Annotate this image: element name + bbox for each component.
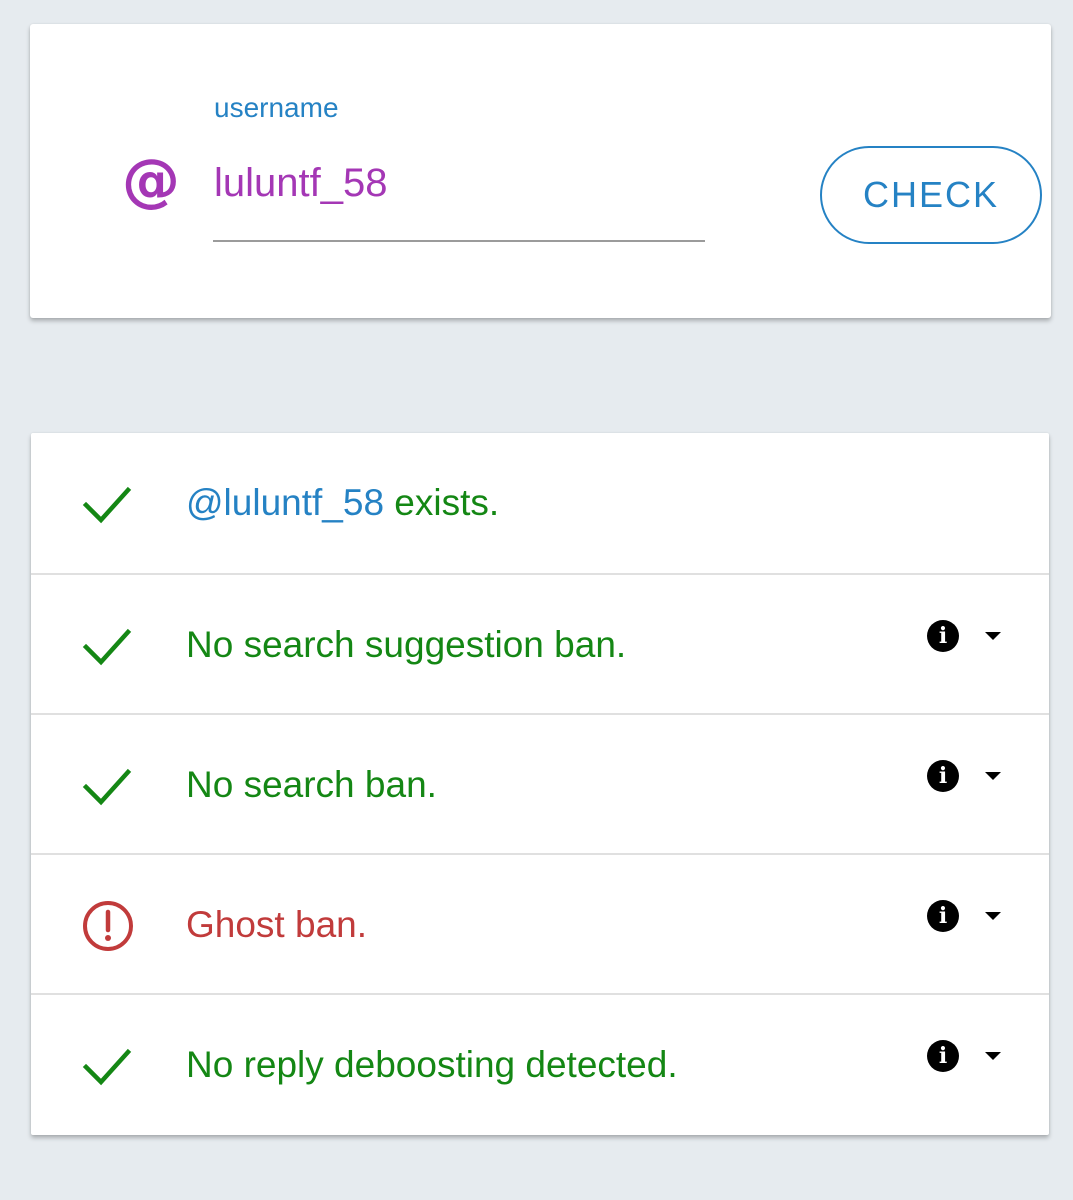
result-row-search-ban[interactable]: No search ban. i (31, 713, 1049, 855)
result-reply-deboosting-text: No reply deboosting detected. (186, 1044, 678, 1085)
result-exists-text: @luluntf_58 exists. (186, 482, 500, 523)
username-handle-link[interactable]: @luluntf_58 (186, 482, 384, 523)
check-icon (82, 1048, 132, 1086)
info-icon[interactable]: i (927, 1040, 959, 1072)
expand-caret-icon[interactable] (985, 772, 1001, 780)
result-search-suggestion-ban-text: No search suggestion ban. (186, 624, 627, 665)
info-icon[interactable]: i (927, 900, 959, 932)
username-input-underline (213, 240, 705, 242)
result-ghost-ban-text: Ghost ban. (186, 904, 368, 945)
at-sign-icon: @ (122, 146, 180, 214)
info-icon[interactable]: i (927, 620, 959, 652)
result-row-ghost-ban[interactable]: Ghost ban. i (31, 853, 1049, 995)
check-icon (82, 768, 132, 806)
check-button[interactable]: CHECK (820, 146, 1042, 244)
expand-caret-icon[interactable] (985, 632, 1001, 640)
check-icon (82, 486, 132, 524)
results-card: @luluntf_58 exists. No search suggestion… (31, 433, 1049, 1135)
alert-circle-icon (83, 901, 133, 951)
result-row-reply-deboosting[interactable]: No reply deboosting detected. i (31, 993, 1049, 1135)
username-input[interactable] (214, 159, 705, 207)
username-label: username (214, 92, 339, 123)
expand-caret-icon[interactable] (985, 912, 1001, 920)
username-form-card: @ username CHECK (30, 24, 1051, 318)
info-icon[interactable]: i (927, 760, 959, 792)
expand-caret-icon[interactable] (985, 1052, 1001, 1060)
result-search-ban-text: No search ban. (186, 764, 437, 805)
result-row-search-suggestion-ban[interactable]: No search suggestion ban. i (31, 573, 1049, 715)
check-icon (82, 628, 132, 666)
result-row-exists: @luluntf_58 exists. (31, 433, 1049, 573)
